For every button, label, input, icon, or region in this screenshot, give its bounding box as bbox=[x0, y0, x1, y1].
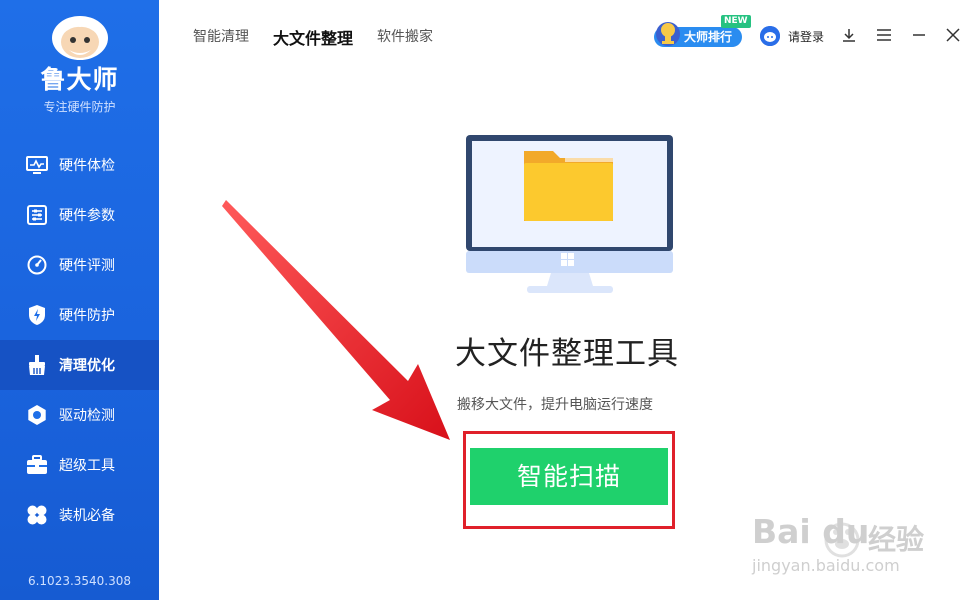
sidebar-item-label: 硬件体检 bbox=[59, 158, 115, 174]
sidebar-item-super-tools[interactable]: 超级工具 bbox=[0, 440, 159, 490]
sidebar-item-hardware-params[interactable]: 硬件参数 bbox=[0, 190, 159, 240]
sidebar-item-label: 超级工具 bbox=[59, 458, 115, 474]
new-badge: NEW bbox=[721, 15, 751, 28]
brand-slogan: 专注硬件防护 bbox=[43, 100, 116, 114]
monitor-folder-illustration bbox=[465, 134, 675, 296]
sidebar-item-label: 驱动检测 bbox=[59, 408, 115, 424]
tab-smart-clean[interactable]: 智能清理 bbox=[193, 26, 249, 46]
rank-label: 大师排行 bbox=[683, 30, 732, 44]
sidebar-item-clean-optimize[interactable]: 清理优化 bbox=[0, 340, 159, 390]
login-label: 请登录 bbox=[788, 29, 825, 44]
sidebar: 鲁大师 专注硬件防护 硬件体检 硬件参数 硬件评测 硬件防护 清理优化 驱动检测… bbox=[0, 0, 159, 600]
download-icon[interactable] bbox=[840, 26, 858, 44]
page-title: 大文件整理工具 bbox=[455, 336, 679, 372]
shield-bolt-icon bbox=[25, 303, 49, 327]
app-logo bbox=[0, 12, 159, 66]
sidebar-item-driver-check[interactable]: 驱动检测 bbox=[0, 390, 159, 440]
sidebar-item-label: 硬件参数 bbox=[59, 208, 115, 224]
sidebar-item-hardware-protect[interactable]: 硬件防护 bbox=[0, 290, 159, 340]
minimize-icon[interactable] bbox=[910, 26, 928, 44]
broom-icon bbox=[25, 353, 49, 377]
gauge-icon bbox=[25, 253, 49, 277]
annotation-arrow-icon bbox=[220, 196, 460, 446]
login-link[interactable]: 请登录 bbox=[760, 26, 824, 46]
sidebar-item-hardware-benchmark[interactable]: 硬件评测 bbox=[0, 240, 159, 290]
watermark-brand: Bai du bbox=[752, 512, 870, 551]
sidebar-nav: 硬件体检 硬件参数 硬件评测 硬件防护 清理优化 驱动检测 超级工具 装机必备 bbox=[0, 140, 159, 540]
tab-software-move[interactable]: 软件搬家 bbox=[377, 26, 433, 46]
page-subtitle: 搬移大文件，提升电脑运行速度 bbox=[457, 397, 653, 413]
user-avatar-icon bbox=[760, 26, 780, 46]
smart-scan-button[interactable]: 智能扫描 bbox=[470, 448, 668, 505]
sidebar-item-must-have[interactable]: 装机必备 bbox=[0, 490, 159, 540]
sidebar-item-label: 硬件防护 bbox=[59, 308, 115, 324]
tab-large-file-organize[interactable]: 大文件整理 bbox=[273, 25, 353, 49]
close-icon[interactable] bbox=[944, 26, 962, 44]
menu-icon[interactable] bbox=[875, 26, 893, 44]
sidebar-item-label: 清理优化 bbox=[59, 358, 115, 374]
monitor-pulse-icon bbox=[25, 153, 49, 177]
mascot-logo-icon bbox=[51, 16, 108, 60]
sliders-icon bbox=[25, 203, 49, 227]
sidebar-item-label: 装机必备 bbox=[59, 508, 115, 524]
trophy-icon bbox=[654, 18, 682, 48]
toolbox-icon bbox=[25, 453, 49, 477]
app-version: 6.1023.3540.308 bbox=[27, 574, 132, 588]
watermark-chinese: 经验 bbox=[868, 523, 925, 556]
watermark-url: jingyan.baidu.com bbox=[752, 556, 900, 575]
brand-name: 鲁大师 bbox=[40, 65, 119, 94]
clover-icon bbox=[25, 503, 49, 527]
gear-icon bbox=[25, 403, 49, 427]
sidebar-item-label: 硬件评测 bbox=[59, 258, 115, 274]
sidebar-item-hardware-check[interactable]: 硬件体检 bbox=[0, 140, 159, 190]
